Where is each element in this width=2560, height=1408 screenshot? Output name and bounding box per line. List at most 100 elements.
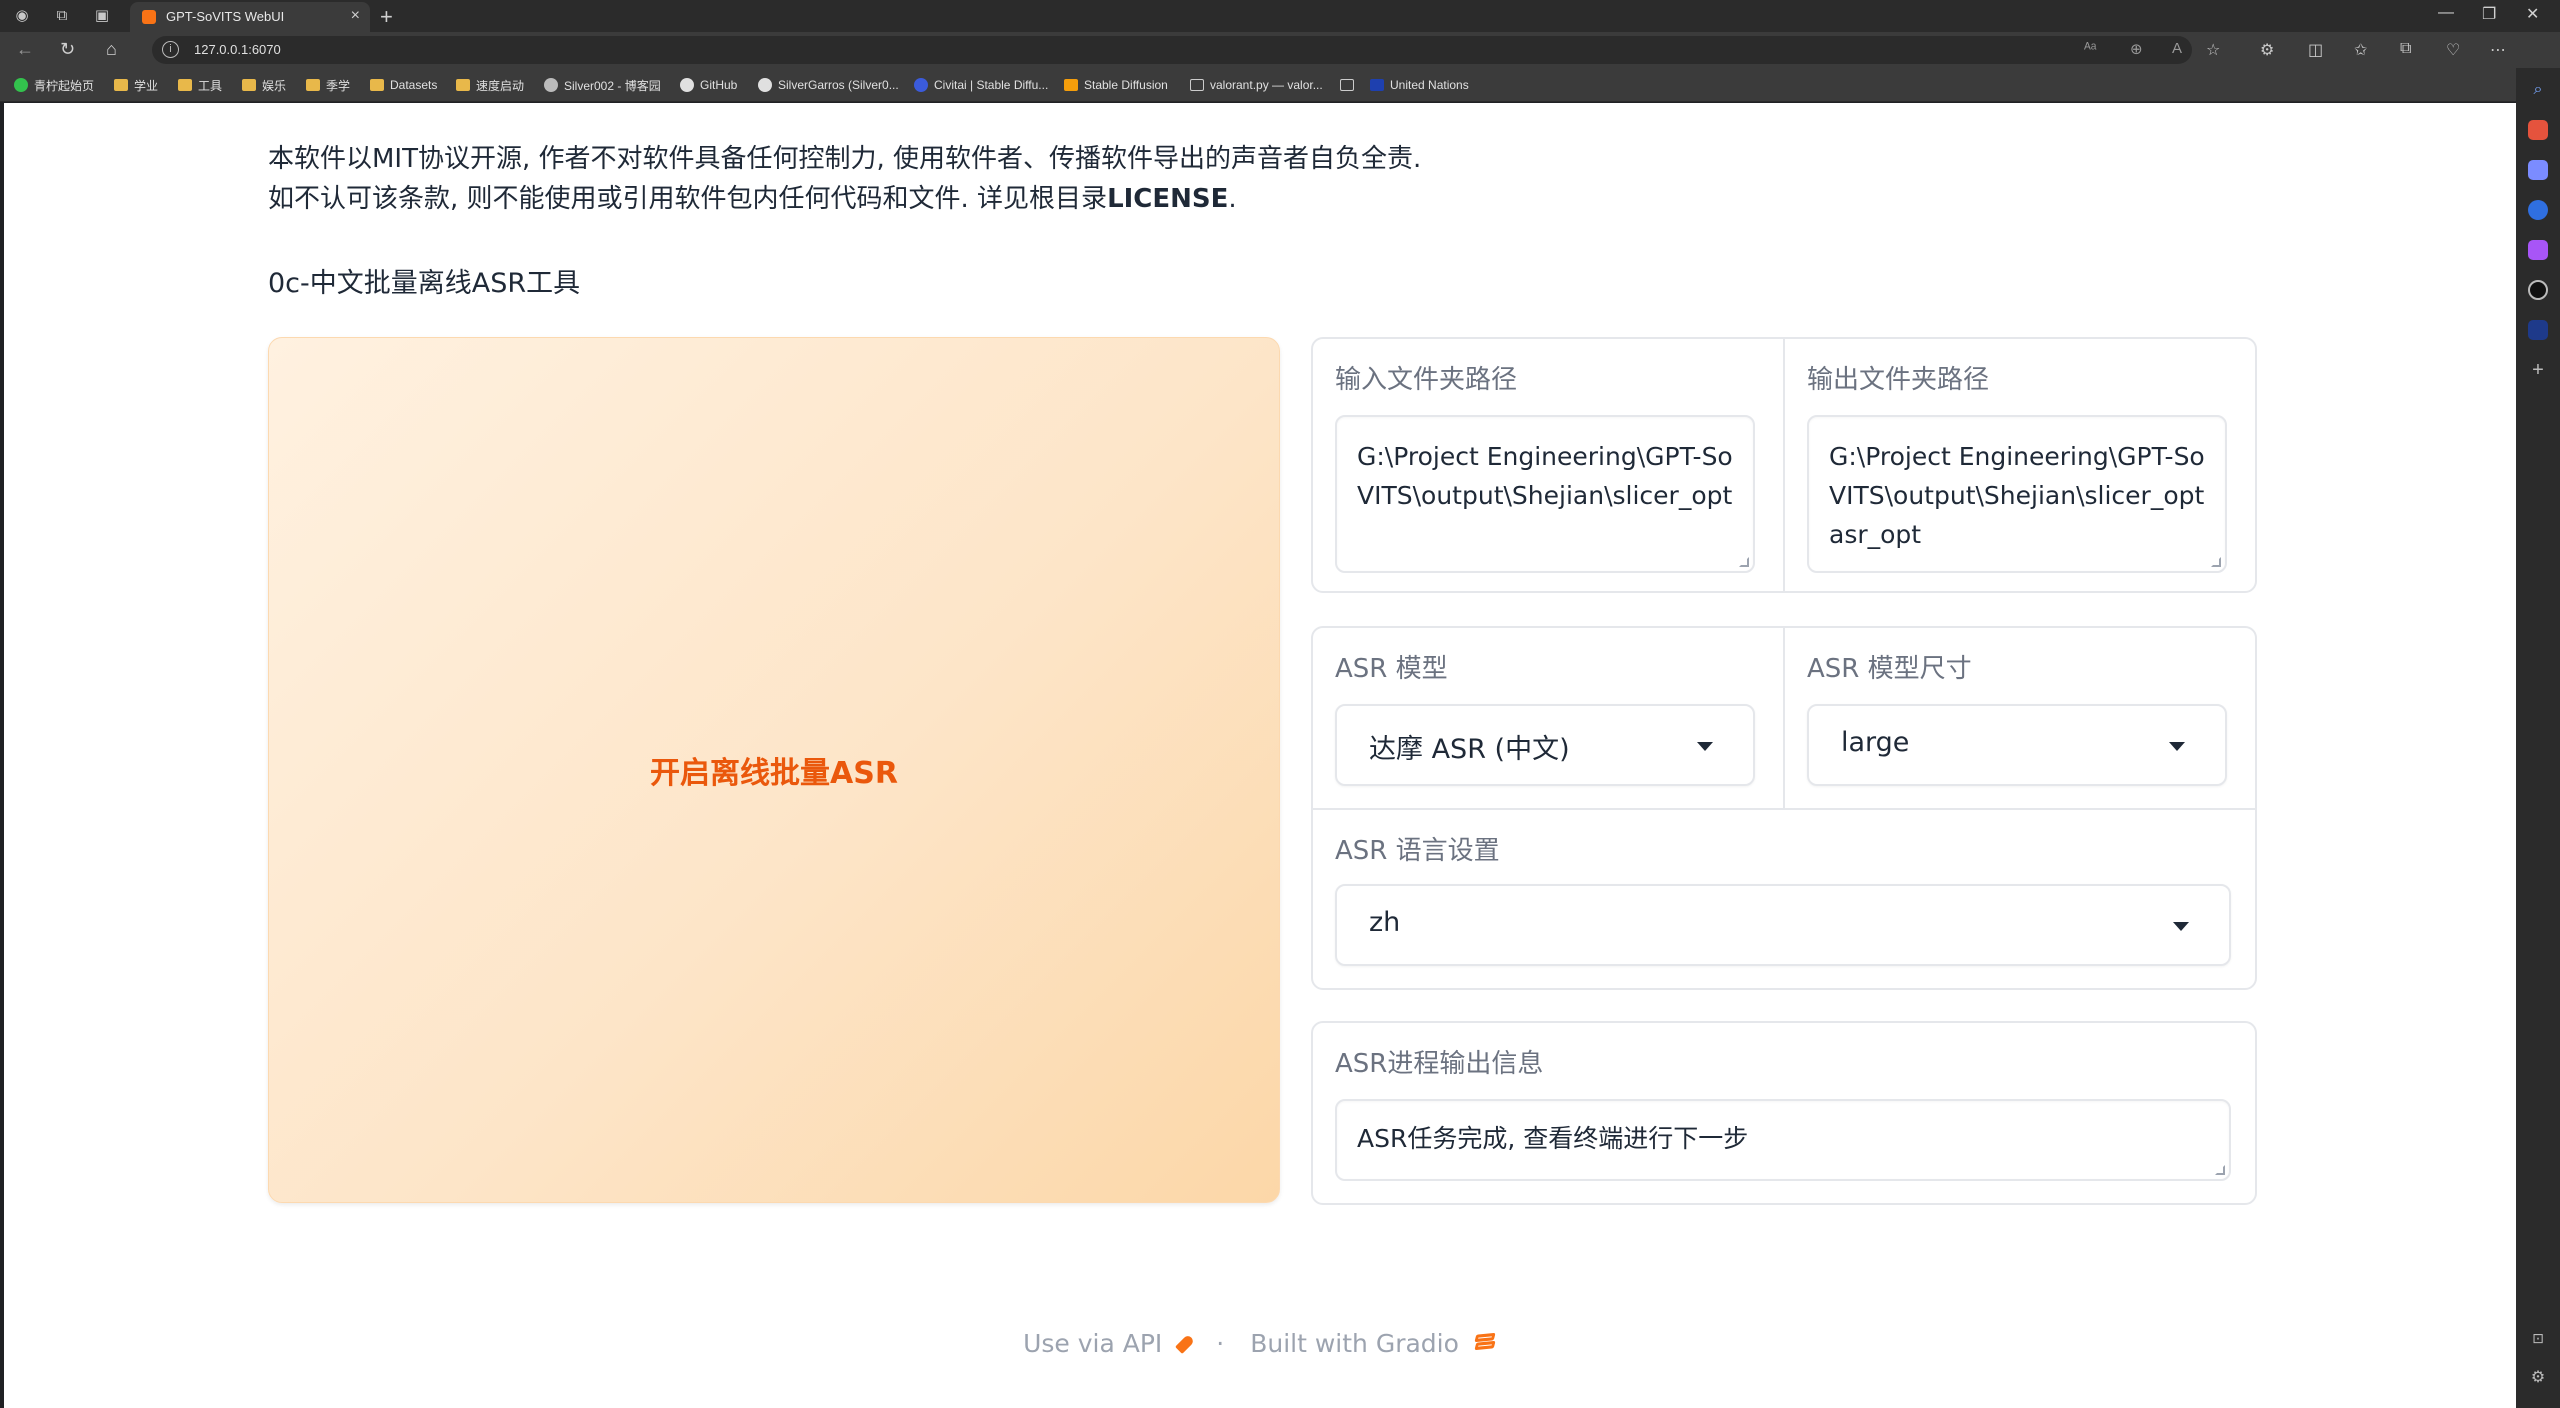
github-icon — [758, 78, 772, 92]
vertical-tabs-icon[interactable]: ▣ — [92, 6, 112, 26]
blog-icon — [544, 78, 558, 92]
window-close-icon[interactable]: ✕ — [2526, 4, 2539, 24]
caret-down-icon — [1697, 742, 1713, 751]
gradio-favicon-icon — [142, 10, 156, 24]
bookmark-item[interactable]: United Nations — [1370, 77, 1469, 93]
bookmark-item[interactable]: Civitai | Stable Diffu... — [914, 77, 1048, 93]
minimize-icon[interactable]: — — [2438, 4, 2454, 22]
workspaces-icon[interactable]: ⧉ — [52, 6, 72, 26]
designer-icon[interactable] — [2528, 240, 2548, 260]
asr-model-block: ASR 模型 达摩 ASR (中文) — [1313, 628, 1783, 808]
bookmark-folder[interactable]: 娱乐 — [242, 77, 286, 93]
url-text[interactable]: 127.0.0.1:6070 — [194, 42, 281, 57]
license-text: LICENSE — [1107, 184, 1229, 214]
bookmark-folder[interactable]: 季学 — [306, 77, 350, 93]
asr-size-dropdown[interactable]: large — [1807, 704, 2227, 786]
bookmark-item[interactable]: valorant.py — valor... — [1190, 77, 1323, 93]
asr-output-label: ASR进程输出信息 — [1335, 1049, 1544, 1079]
back-icon[interactable]: ← — [16, 39, 34, 60]
asr-size-value: large — [1841, 727, 1910, 758]
footer-separator: · — [1216, 1329, 1225, 1358]
use-via-api-link[interactable]: Use via API — [1023, 1329, 1162, 1358]
folder-icon — [370, 79, 384, 91]
bookmark-item[interactable]: GitHub — [680, 77, 737, 93]
gradio-logo-icon — [1473, 1332, 1497, 1355]
copilot-icon[interactable] — [2528, 200, 2548, 220]
sidebar-settings-icon[interactable]: ⚙ — [2528, 1368, 2548, 1388]
gradio-page: 本软件以MIT协议开源, 作者不对软件具备任何控制力, 使用软件者、传播软件导出… — [4, 103, 2516, 1408]
input-folder-block: 输入文件夹路径 G:\Project Engineering\GPT-SoVIT… — [1313, 339, 1783, 591]
built-with-gradio-link[interactable]: Built with Gradio — [1250, 1329, 1459, 1358]
resize-handle-icon[interactable] — [2211, 557, 2221, 567]
asr-model-label: ASR 模型 — [1335, 654, 1448, 684]
file-icon — [1340, 79, 1354, 91]
collections-icon[interactable]: ⧉ — [2400, 40, 2411, 58]
browser-tab-active[interactable]: GPT-SoVITS WebUI × — [130, 2, 370, 32]
read-aloud-icon[interactable]: ᴬᵃ — [2084, 40, 2096, 57]
settings-more-icon[interactable]: ⋯ — [2490, 40, 2506, 60]
input-folder-textarea[interactable]: G:\Project Engineering\GPT-SoVITS\output… — [1335, 415, 1755, 573]
asr-output-panel: ASR进程输出信息 ASR任务完成, 查看终端进行下一步 — [1311, 1021, 2257, 1205]
tools-icon[interactable] — [2528, 160, 2548, 180]
bookmark-item[interactable]: SilverGarros (Silver0... — [758, 77, 899, 93]
browser-sidebar: ⌕ + ⊡ ⚙ — [2516, 68, 2560, 1408]
bookmark-folder[interactable]: 速度启动 — [456, 77, 524, 93]
asr-language-value: zh — [1369, 907, 1401, 938]
bookmark-item[interactable] — [1340, 77, 1360, 93]
asr-language-dropdown[interactable]: zh — [1335, 884, 2231, 966]
zoom-icon[interactable]: ⊕ — [2130, 40, 2143, 58]
disclaimer-line-2: 如不认可该条款, 则不能使用或引用软件包内任何代码和文件. 详见根目录LICEN… — [268, 184, 1237, 214]
hide-sidebar-icon[interactable]: ⊡ — [2528, 1328, 2548, 1348]
openai-icon[interactable] — [2528, 280, 2548, 300]
bookmark-icon — [14, 78, 28, 92]
resize-handle-icon[interactable] — [1739, 557, 1749, 567]
restore-icon[interactable]: ❐ — [2482, 4, 2496, 24]
new-tab-icon[interactable]: + — [380, 4, 393, 30]
outlook-icon[interactable] — [2528, 320, 2548, 340]
caret-down-icon — [2169, 742, 2185, 751]
folder-icon — [114, 79, 128, 91]
browser-toolbar: ← ↻ ⌂ i 127.0.0.1:6070 ᴬᵃ ⊕ A ☆ ⚙ ◫ ✩ ⧉ … — [0, 32, 2560, 68]
asr-output-textbox[interactable]: ASR任务完成, 查看终端进行下一步 — [1335, 1099, 2231, 1181]
extensions-icon[interactable]: ⚙ — [2260, 40, 2274, 60]
immersive-reader-icon[interactable]: A — [2172, 40, 2182, 57]
home-icon[interactable]: ⌂ — [106, 39, 117, 60]
tab-title: GPT-SoVITS WebUI — [166, 9, 285, 24]
civitai-icon — [914, 78, 928, 92]
file-icon — [1190, 79, 1204, 91]
folder-paths-panel: 输入文件夹路径 G:\Project Engineering\GPT-SoVIT… — [1311, 337, 2257, 593]
section-title: 0c-中文批量离线ASR工具 — [268, 268, 581, 299]
browser-essentials-icon[interactable]: ♡ — [2446, 40, 2460, 60]
bookmark-folder[interactable]: Datasets — [370, 77, 437, 93]
tab-close-icon[interactable]: × — [351, 7, 360, 25]
address-bar[interactable]: i 127.0.0.1:6070 ᴬᵃ ⊕ A — [152, 36, 2192, 64]
bookmark-item[interactable]: Silver002 - 博客园 — [544, 77, 661, 93]
folder-icon — [242, 79, 256, 91]
united-nations-icon — [1370, 79, 1384, 91]
refresh-icon[interactable]: ↻ — [60, 39, 75, 60]
favorite-star-icon[interactable]: ☆ — [2206, 40, 2220, 60]
site-info-icon[interactable]: i — [162, 41, 179, 58]
github-icon — [680, 78, 694, 92]
bookmark-folder[interactable]: 工具 — [178, 77, 222, 93]
gradio-footer: Use via API · Built with Gradio — [4, 1329, 2516, 1358]
stable-diffusion-icon — [1064, 79, 1078, 91]
shopping-icon[interactable] — [2528, 120, 2548, 140]
add-sidebar-icon[interactable]: + — [2528, 360, 2548, 380]
asr-language-block: ASR 语言设置 zh — [1313, 810, 2255, 988]
favorites-icon[interactable]: ✩ — [2354, 40, 2367, 60]
license-disclaimer: 本软件以MIT协议开源, 作者不对软件具备任何控制力, 使用软件者、传播软件导出… — [268, 139, 1421, 219]
caret-down-icon — [2173, 922, 2189, 931]
output-folder-textarea[interactable]: G:\Project Engineering\GPT-SoVITS\output… — [1807, 415, 2227, 573]
search-icon[interactable]: ⌕ — [2528, 80, 2548, 100]
split-screen-icon[interactable]: ◫ — [2308, 40, 2323, 60]
bookmark-folder[interactable]: 学业 — [114, 77, 158, 93]
asr-language-label: ASR 语言设置 — [1335, 836, 1500, 866]
resize-handle-icon[interactable] — [2215, 1165, 2225, 1175]
start-asr-button[interactable]: 开启离线批量ASR — [268, 337, 1280, 1203]
bookmark-item[interactable]: 青柠起始页 — [14, 77, 94, 93]
output-folder-label: 输出文件夹路径 — [1807, 365, 1990, 395]
profile-icon[interactable]: ◉ — [12, 6, 32, 26]
bookmark-item[interactable]: Stable Diffusion — [1064, 77, 1168, 93]
asr-model-dropdown[interactable]: 达摩 ASR (中文) — [1335, 704, 1755, 786]
